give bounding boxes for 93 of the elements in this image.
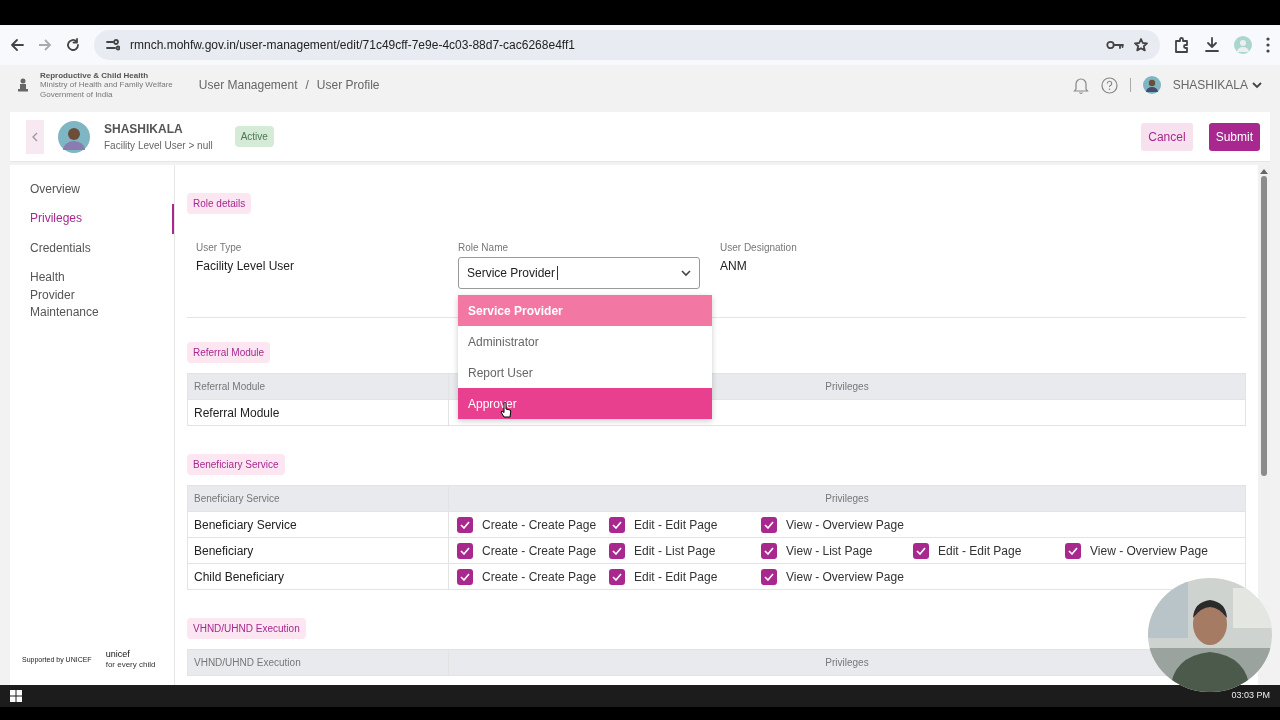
sidebar-item[interactable]: Overview [10, 175, 174, 205]
org-government: Government of India [40, 89, 114, 100]
column-header: Beneficiary Service [188, 486, 449, 511]
check-icon [460, 572, 470, 581]
table-cell: Referral Module [188, 400, 449, 425]
key-icon[interactable] [1106, 40, 1124, 50]
privilege-label: Create - Create Page [482, 568, 597, 586]
more-menu-icon[interactable] [1266, 37, 1270, 53]
site-settings-icon[interactable] [106, 39, 120, 51]
field-label: User Designation [720, 241, 798, 255]
extensions-icon[interactable] [1174, 37, 1190, 53]
column-header: Referral Module [188, 374, 449, 399]
column-header: Privileges [824, 492, 870, 506]
sidebar-item[interactable]: Credentials [10, 233, 174, 264]
section-tag: Beneficiary Service [187, 454, 285, 475]
section-tag: Referral Module [187, 342, 271, 363]
windows-start-icon[interactable] [10, 690, 22, 702]
field-value: ANM [720, 258, 748, 275]
privilege-label: Edit - Edit Page [634, 568, 718, 586]
status-badge: Active [234, 126, 274, 147]
checkbox[interactable] [1065, 542, 1081, 559]
privilege-label: View - Overview Page [786, 516, 904, 534]
field-label: User Type [196, 241, 243, 255]
download-icon[interactable] [1204, 37, 1220, 53]
help-icon[interactable] [1100, 76, 1118, 94]
field-value: Facility Level User [196, 258, 296, 275]
check-icon [460, 520, 470, 529]
profile-subtitle: Facility Level User > null [104, 139, 213, 153]
org-subtitle: Ministry of Health and Family Welfare [40, 80, 173, 90]
section-tag: VHND/UHND Execution [187, 618, 306, 639]
breadcrumb-item: User Profile [316, 77, 380, 94]
checkbox[interactable] [609, 516, 625, 533]
cancel-button[interactable]: Cancel [1141, 122, 1193, 151]
privilege-label: View - Overview Page [786, 568, 904, 586]
privilege-label: Edit - Edit Page [938, 542, 1022, 560]
notification-bell-icon[interactable] [1072, 76, 1089, 94]
check-icon [764, 546, 774, 555]
unicef-logo-text: unicef [105, 650, 131, 659]
taskbar-clock: 03:03 PM [1231, 689, 1270, 703]
table-cell: Beneficiary [188, 538, 449, 563]
column-header: VHND/UHND Execution [188, 650, 449, 675]
check-icon [612, 572, 622, 581]
dropdown-option[interactable]: Administrator [458, 326, 712, 357]
check-icon [916, 546, 926, 555]
privilege-label: Edit - Edit Page [634, 516, 718, 534]
star-icon[interactable] [1134, 38, 1148, 52]
field-label: Role Name [458, 241, 510, 255]
privilege-label: Edit - List Page [634, 542, 716, 560]
check-icon [764, 572, 774, 581]
emblem-icon [18, 78, 28, 92]
sidebar-item[interactable]: Health Provider Maintenance [10, 263, 120, 328]
check-icon [612, 546, 622, 555]
caret-icon [1252, 81, 1262, 89]
column-header: Privileges [824, 656, 870, 670]
check-icon [764, 520, 774, 529]
dropdown-option[interactable]: Report User [458, 357, 712, 388]
checkbox[interactable] [761, 542, 777, 559]
privilege-label: View - Overview Page [1090, 542, 1208, 560]
user-avatar-icon[interactable] [1142, 76, 1161, 94]
chevron-left-icon [32, 131, 38, 142]
sidebar-item[interactable]: Privileges [10, 204, 174, 234]
checkbox[interactable] [609, 542, 625, 559]
privilege-label: Create - Create Page [482, 516, 597, 534]
table-cell: Beneficiary Service [188, 512, 449, 537]
breadcrumb-separator: / [305, 77, 309, 94]
privilege-label: View - List Page [786, 542, 873, 560]
checkbox[interactable] [761, 516, 777, 533]
checkbox[interactable] [609, 568, 625, 585]
profile-name: SHASHIKALA [104, 121, 184, 138]
privilege-label: Create - Create Page [482, 542, 597, 560]
check-icon [460, 546, 470, 555]
back-icon[interactable] [10, 38, 24, 52]
checkbox[interactable] [457, 568, 473, 585]
user-menu[interactable]: SHASHIKALA [1172, 76, 1262, 94]
role-select[interactable]: Service Provider [458, 257, 700, 289]
check-icon [612, 520, 622, 529]
unicef-tagline: for every child [105, 659, 156, 671]
avatar-icon [58, 120, 90, 153]
checkbox[interactable] [457, 542, 473, 559]
org-title: Reproductive & Child Health [40, 70, 149, 81]
checkbox[interactable] [761, 568, 777, 585]
table-cell: Child Beneficiary [188, 564, 449, 589]
checkbox[interactable] [913, 542, 929, 559]
reload-icon[interactable] [66, 38, 80, 52]
scrollbar-thumb[interactable] [1261, 176, 1267, 476]
chevron-down-icon [681, 269, 691, 277]
submit-button[interactable]: Submit [1208, 122, 1260, 151]
dropdown-option[interactable]: Approver [458, 388, 712, 419]
section-tag: Role details [187, 193, 252, 214]
scroll-up-icon[interactable] [1260, 169, 1268, 174]
breadcrumb-item[interactable]: User Management [198, 76, 298, 94]
checkbox[interactable] [457, 516, 473, 533]
check-icon [1068, 546, 1078, 555]
